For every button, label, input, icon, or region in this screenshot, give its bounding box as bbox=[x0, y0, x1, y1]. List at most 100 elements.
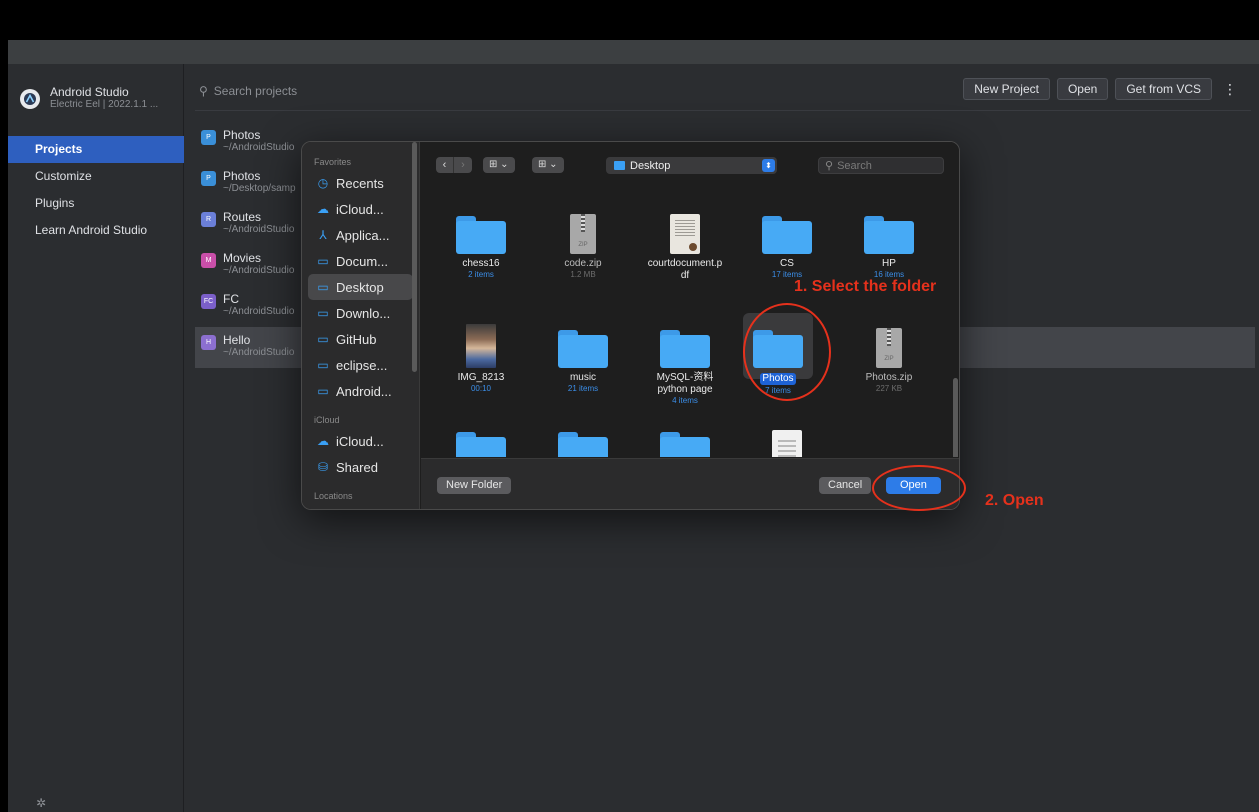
open-button[interactable]: Open bbox=[1056, 78, 1109, 100]
get-from-vcs-button[interactable]: Get from VCS bbox=[1115, 78, 1212, 100]
file-item[interactable]: CS 17 items bbox=[739, 192, 835, 280]
title-bar bbox=[8, 40, 1259, 64]
more-options-icon[interactable]: ⋮ bbox=[1219, 81, 1241, 98]
folder-icon bbox=[456, 432, 506, 457]
sidebar-github[interactable]: ▭ GitHub bbox=[308, 326, 413, 352]
dialog-content: ‹ › ⊞ ⌄ ⊞ ⌄ Desktop ⬍ ⚲ chess16 2 items bbox=[421, 142, 959, 509]
file-name-line2: python page bbox=[657, 384, 713, 395]
file-name: chess16 bbox=[462, 258, 500, 269]
sidebar-shared[interactable]: ⛁ Shared bbox=[308, 454, 413, 480]
sidebar-recents[interactable]: ◷ Recents bbox=[308, 170, 413, 196]
file-meta: 227 KB bbox=[875, 384, 903, 393]
file-meta: 4 items bbox=[672, 396, 698, 405]
gear-icon[interactable]: ✲ bbox=[36, 796, 48, 810]
view-mode-button[interactable]: ⊞ ⌄ bbox=[483, 157, 515, 173]
sidebar-icloud-drive[interactable]: ☁ iCloud... bbox=[308, 196, 413, 222]
sidebar-item-label: Docum... bbox=[336, 253, 389, 269]
folder-icon: ▭ bbox=[317, 280, 329, 294]
search-icon: ⚲ bbox=[825, 160, 834, 172]
text-document-icon bbox=[772, 430, 802, 457]
folder-icon: ▭ bbox=[317, 384, 329, 398]
project-badge: P bbox=[201, 130, 216, 145]
file-item[interactable]: MySQL-资料 python page 4 items bbox=[637, 306, 733, 406]
file-item[interactable] bbox=[535, 408, 631, 457]
pdf-document-icon bbox=[670, 214, 700, 254]
history-nav: ‹ › bbox=[436, 157, 472, 173]
file-item[interactable]: music 21 items bbox=[535, 306, 631, 394]
locations-section-label: Locations bbox=[314, 491, 353, 501]
video-thumbnail-icon bbox=[466, 324, 496, 368]
search-projects-input[interactable] bbox=[213, 84, 914, 98]
sidebar-downloads[interactable]: ▭ Downlo... bbox=[308, 300, 413, 326]
clock-icon: ◷ bbox=[317, 176, 329, 190]
annotation-step1: 1. Select the folder bbox=[794, 278, 937, 295]
updown-arrow-icon: ⬍ bbox=[762, 159, 775, 172]
sidebar-eclipse[interactable]: ▭ eclipse... bbox=[308, 352, 413, 378]
app-version: Electric Eel | 2022.1.1 ... bbox=[50, 99, 159, 110]
group-button[interactable]: ⊞ ⌄ bbox=[532, 157, 564, 173]
file-item[interactable]: HP 16 items bbox=[841, 192, 937, 280]
sidebar-item-label: iCloud... bbox=[336, 201, 384, 217]
sidebar-item-label: Shared bbox=[336, 459, 378, 475]
sidebar-item-label: Recents bbox=[336, 175, 384, 191]
back-icon[interactable]: ‹ bbox=[436, 157, 454, 173]
file-item[interactable]: chess16 2 items bbox=[433, 192, 529, 280]
file-item[interactable] bbox=[739, 408, 835, 457]
folder-icon bbox=[762, 216, 812, 254]
sidebar-documents[interactable]: ▭ Docum... bbox=[308, 248, 413, 274]
dialog-search-input[interactable] bbox=[837, 159, 933, 172]
project-path: ~/AndroidStudio bbox=[223, 224, 295, 235]
sidebar-scrollbar[interactable] bbox=[412, 142, 417, 372]
sidebar-icloud[interactable]: ☁ iCloud... bbox=[308, 428, 413, 454]
favorites-section-label: Favorites bbox=[314, 157, 352, 167]
sidebar-item-label: eclipse... bbox=[336, 357, 388, 373]
project-path: ~/AndroidStudio bbox=[223, 306, 295, 317]
project-badge: P bbox=[201, 171, 216, 186]
sidebar-item-learn[interactable]: Learn Android Studio bbox=[8, 217, 184, 244]
file-item[interactable]: ZIP Photos.zip 227 KB bbox=[841, 306, 937, 394]
sidebar-item-projects[interactable]: Projects bbox=[8, 136, 184, 163]
annotation-step2: 2. Open bbox=[985, 492, 1044, 509]
file-item[interactable]: courtdocument.p df bbox=[637, 192, 733, 282]
new-project-button[interactable]: New Project bbox=[963, 78, 1050, 100]
file-item[interactable]: IMG_8213 00:10 bbox=[433, 306, 529, 394]
folder-icon bbox=[456, 216, 506, 254]
file-name: music bbox=[569, 372, 597, 383]
project-actions: New Project Open Get from VCS ⋮ bbox=[963, 78, 1241, 100]
new-folder-button[interactable]: New Folder bbox=[437, 477, 512, 494]
file-name: code.zip bbox=[564, 258, 602, 269]
open-button-circle bbox=[872, 465, 966, 511]
location-label: Desktop bbox=[630, 159, 671, 172]
search-icon: ⚲ bbox=[199, 84, 208, 98]
file-item[interactable]: ZIP code.zip 1.2 MB bbox=[535, 192, 631, 280]
file-item[interactable] bbox=[637, 408, 733, 457]
sidebar-item-customize[interactable]: Customize bbox=[8, 163, 184, 190]
folder-icon bbox=[614, 161, 625, 170]
top-black-bar bbox=[8, 8, 1259, 40]
shared-folder-icon: ⛁ bbox=[317, 460, 329, 474]
cloud-icon: ☁ bbox=[317, 434, 329, 448]
grid-scrollbar[interactable] bbox=[953, 378, 958, 457]
sidebar-applications[interactable]: ⅄ Applica... bbox=[308, 222, 413, 248]
cancel-button[interactable]: Cancel bbox=[819, 477, 872, 494]
sidebar-android[interactable]: ▭ Android... bbox=[308, 378, 413, 404]
sidebar-item-plugins[interactable]: Plugins bbox=[8, 190, 184, 217]
file-meta: 2 items bbox=[468, 270, 494, 279]
forward-icon[interactable]: › bbox=[454, 157, 472, 173]
sidebar-desktop[interactable]: ▭ Desktop bbox=[308, 274, 413, 300]
location-select[interactable]: Desktop ⬍ bbox=[606, 157, 777, 174]
file-name: Photos.zip bbox=[865, 372, 913, 383]
project-badge: M bbox=[201, 253, 216, 268]
project-search: ⚲ bbox=[199, 80, 959, 102]
file-meta: 1.2 MB bbox=[570, 270, 596, 279]
project-name: Movies bbox=[223, 251, 262, 265]
folder-icon bbox=[660, 330, 710, 368]
folder-icon: ▭ bbox=[317, 306, 329, 320]
file-item[interactable] bbox=[433, 408, 529, 457]
icloud-section-label: iCloud bbox=[314, 415, 340, 425]
open-file-dialog: Favorites ◷ Recents ☁ iCloud... ⅄ Applica..… bbox=[301, 141, 960, 510]
folder-icon bbox=[558, 432, 608, 457]
folder-icon: ▭ bbox=[317, 358, 329, 372]
dialog-sidebar: Favorites ◷ Recents ☁ iCloud... ⅄ Applica..… bbox=[302, 142, 420, 509]
zip-file-icon: ZIP bbox=[570, 214, 596, 254]
